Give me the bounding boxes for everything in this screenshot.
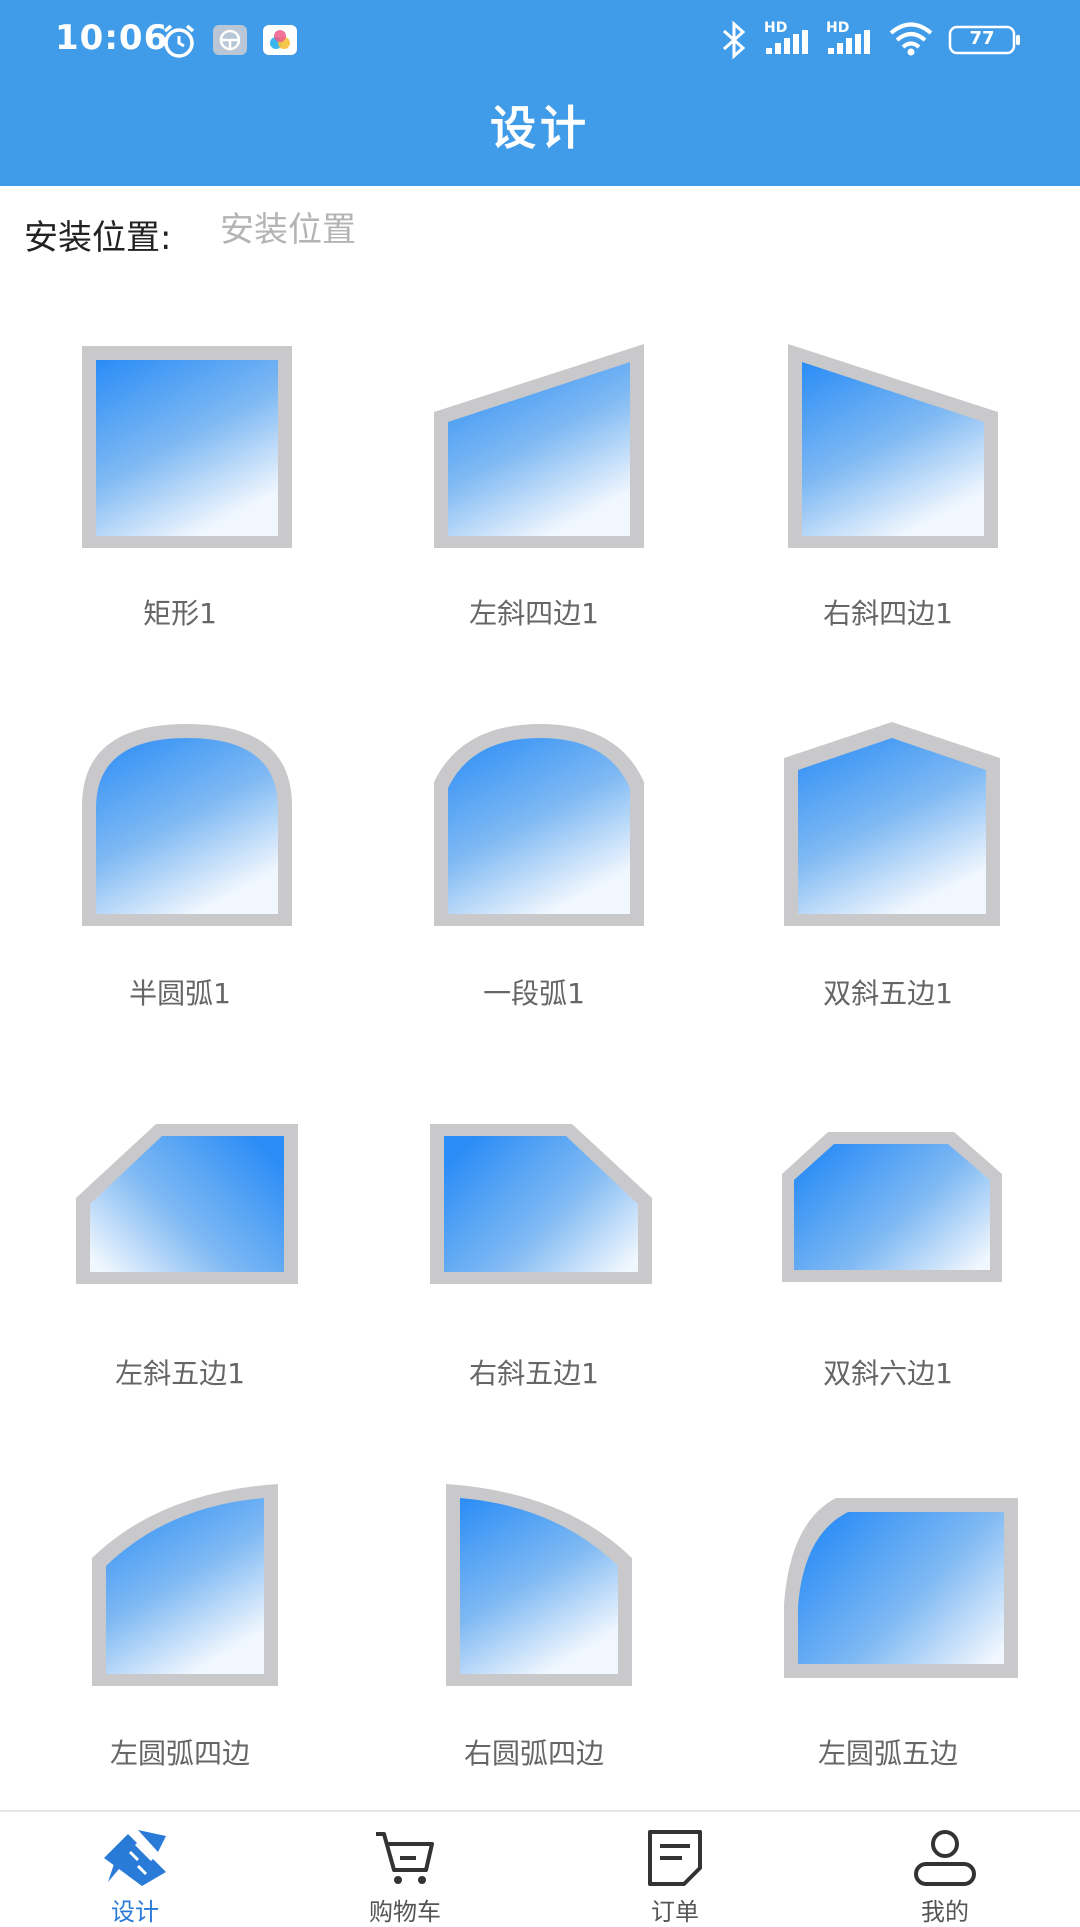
shape-rectangle-1[interactable]: 矩形1 (0, 300, 360, 680)
shape-double-slant-pentagon[interactable]: 双斜五边1 (708, 680, 1068, 1060)
battery-level: 77 (969, 28, 995, 49)
shape-label: 左圆弧四边 (109, 1737, 250, 1770)
install-position-label: 安装位置: (24, 218, 172, 258)
double-slant-pentagon-window-icon (784, 722, 1000, 926)
bottom-tab-bar: 设计 购物车 订单 我的 (0, 1810, 1080, 1926)
tab-profile[interactable]: 我的 (810, 1812, 1080, 1926)
tab-design[interactable]: 设计 (0, 1812, 270, 1926)
colorful-app-icon (263, 25, 297, 55)
shape-label: 双斜六边1 (823, 1357, 953, 1390)
right-slant-pentagon-window-icon (430, 1124, 652, 1284)
install-position-input[interactable] (220, 204, 620, 256)
shape-left-arc-quad[interactable]: 左圆弧四边 (0, 1440, 360, 1820)
right-slant-quad-window-icon (788, 344, 998, 548)
steering-app-icon (213, 25, 247, 55)
shape-left-slant-pentagon[interactable]: 左斜五边1 (0, 1060, 360, 1440)
shape-double-slant-hexagon[interactable]: 双斜六边1 (708, 1060, 1068, 1440)
shape-label: 矩形1 (143, 597, 217, 630)
design-ruler-icon (104, 1830, 166, 1886)
shape-label: 右斜四边1 (823, 597, 953, 630)
left-slant-quad-window-icon (434, 344, 644, 548)
order-note-icon (648, 1830, 702, 1886)
right-arc-quad-window-icon (446, 1484, 632, 1686)
double-slant-hexagon-window-icon (782, 1132, 1002, 1282)
shape-left-slant-quad[interactable]: 左斜四边1 (354, 300, 714, 680)
rectangle-window-icon (82, 346, 292, 548)
tab-label: 订单 (651, 1898, 699, 1926)
shape-semicircle-arch[interactable]: 半圆弧1 (0, 680, 360, 1060)
status-bar: 10:06 HD HD 77 (0, 0, 1080, 80)
status-time: 10:06 (55, 18, 169, 58)
shape-right-slant-quad[interactable]: 右斜四边1 (708, 300, 1068, 680)
shape-right-slant-pentagon[interactable]: 右斜五边1 (354, 1060, 714, 1440)
shape-label: 一段弧1 (483, 977, 585, 1010)
bluetooth-icon (722, 20, 746, 60)
alarm-icon (163, 24, 195, 58)
segment-arch-window-icon (434, 724, 644, 926)
page-title: 设计 (490, 101, 590, 155)
signal-icon-2 (828, 30, 870, 54)
shape-label: 左圆弧五边 (817, 1737, 958, 1770)
wifi-icon (889, 22, 933, 56)
left-arc-pentagon-window-icon (784, 1498, 1018, 1678)
shape-label: 左斜四边1 (469, 597, 599, 630)
shape-segment-arch[interactable]: 一段弧1 (354, 680, 714, 1060)
cart-icon (376, 1832, 434, 1884)
shape-label: 右斜五边1 (469, 1357, 599, 1390)
app-header: 10:06 HD HD 77 设计 (0, 0, 1080, 186)
left-slant-pentagon-window-icon (76, 1124, 298, 1284)
shape-left-arc-pentagon[interactable]: 左圆弧五边 (708, 1440, 1068, 1820)
shape-label: 半圆弧1 (129, 977, 231, 1010)
shape-label: 左斜五边1 (115, 1357, 245, 1390)
tab-orders[interactable]: 订单 (540, 1812, 810, 1926)
signal-icon-1 (766, 30, 808, 54)
tab-label: 购物车 (369, 1898, 441, 1926)
profile-icon (914, 1830, 976, 1886)
shape-right-arc-quad[interactable]: 右圆弧四边 (354, 1440, 714, 1820)
shape-label: 右圆弧四边 (463, 1737, 604, 1770)
semicircle-arch-window-icon (82, 724, 292, 926)
tab-cart[interactable]: 购物车 (270, 1812, 540, 1926)
left-arc-quad-window-icon (92, 1484, 278, 1686)
tab-label: 我的 (921, 1898, 969, 1926)
tab-label: 设计 (111, 1898, 159, 1926)
shape-label: 双斜五边1 (823, 977, 953, 1010)
